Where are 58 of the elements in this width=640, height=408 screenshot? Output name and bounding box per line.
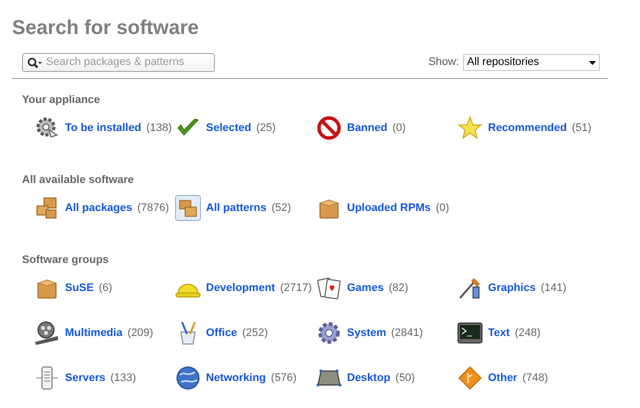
category-link[interactable]: Multimedia	[65, 324, 122, 342]
category-link[interactable]: Selected	[206, 120, 252, 136]
category-link[interactable]: Networking	[206, 370, 266, 386]
category-link[interactable]: All packages	[65, 200, 132, 216]
category-link[interactable]: Development	[206, 280, 276, 296]
item-count: (6)	[98, 280, 112, 296]
category-link[interactable]: Recommended	[488, 120, 567, 136]
section-heading: Your appliance	[22, 93, 102, 107]
category-link[interactable]: Office	[206, 324, 238, 342]
category-link[interactable]: Banned	[347, 120, 388, 136]
globe-icon[interactable]	[175, 365, 201, 391]
item-count: (209)	[127, 326, 154, 341]
item-count: (52)	[272, 200, 292, 216]
category-link[interactable]: Servers	[65, 370, 106, 386]
section-heading: Software groups	[22, 253, 110, 267]
film-reel-icon[interactable]	[34, 320, 60, 346]
paintbrush-icon[interactable]	[457, 275, 483, 301]
item-count: (2717)	[280, 280, 312, 296]
category-link[interactable]: System	[347, 324, 386, 342]
item-count: (25)	[256, 120, 276, 136]
server-icon[interactable]	[34, 365, 60, 391]
boxes-icon[interactable]	[175, 195, 201, 221]
section-heading: All available software	[22, 173, 135, 187]
show-label: Show:	[428, 55, 459, 70]
item-count: (138)	[146, 120, 172, 136]
item-count: (51)	[572, 120, 592, 136]
category-link[interactable]: To be installed	[65, 120, 142, 136]
item-count: (133)	[110, 370, 136, 386]
gear-icon[interactable]	[316, 320, 342, 346]
category-link[interactable]: Uploaded RPMs	[347, 200, 431, 216]
category-link[interactable]: Desktop	[347, 370, 390, 386]
category-link[interactable]: Other	[488, 370, 518, 386]
diamond-icon[interactable]	[457, 365, 483, 391]
search-field[interactable]: Search packages & patterns	[22, 53, 215, 72]
item-count: (82)	[388, 280, 408, 296]
cards-icon[interactable]	[316, 275, 342, 301]
item-count: (0)	[436, 200, 450, 216]
item-count: (248)	[514, 326, 540, 341]
category-link[interactable]: All patterns	[206, 200, 267, 216]
page-title: Search for software	[12, 16, 200, 41]
caret-icon	[589, 60, 596, 64]
item-count: (141)	[540, 280, 566, 296]
category-link[interactable]: Graphics	[488, 280, 536, 296]
prohibited-icon[interactable]	[316, 115, 342, 141]
item-count: (576)	[270, 370, 297, 386]
search-icon[interactable]	[27, 56, 43, 68]
category-link[interactable]: Games	[347, 280, 384, 296]
category-link[interactable]: Text	[488, 324, 510, 342]
item-count: (50)	[395, 370, 415, 386]
item-count: (748)	[522, 370, 548, 386]
terminal-icon[interactable]	[457, 320, 483, 346]
item-count: (0)	[392, 120, 406, 136]
star-icon[interactable]	[457, 115, 483, 141]
category-link[interactable]: SuSE	[65, 280, 94, 296]
item-count: (252)	[242, 326, 268, 341]
item-count: (7876)	[137, 200, 170, 216]
item-count: (2841)	[391, 326, 423, 341]
repository-dropdown[interactable]: All repositories	[463, 54, 600, 71]
